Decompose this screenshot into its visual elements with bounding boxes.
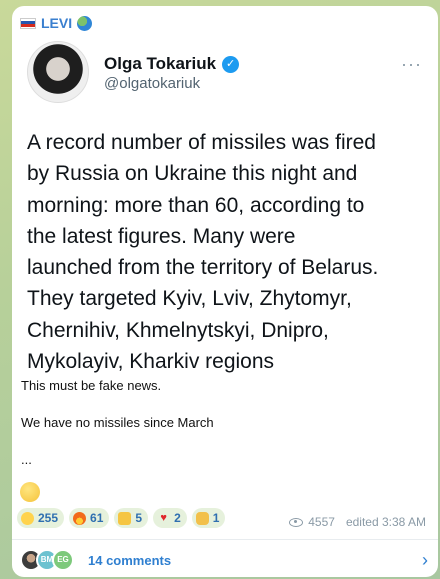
tweet-line: Chernihiv, Khmelnytskyi, Dnipro, [27,318,329,342]
thumbs-up-emoji-icon [118,511,132,525]
tweet-screenshot[interactable]: Olga Tokariuk ✓ @olgatokariuk ··· A reco… [20,34,432,373]
message-text-line: ... [21,452,32,467]
reaction-count: 1 [212,511,220,525]
author-handle: @olgatokariuk [104,75,201,92]
tweet-text: A record number of missiles was fired by… [27,127,432,377]
reaction-count: 61 [90,511,104,525]
reaction-count: 255 [38,511,59,525]
fire-emoji-icon [73,511,87,525]
tweet-line: the latest figures. Many were [27,224,296,248]
slight-smile-emoji-icon [20,482,40,502]
chevron-right-icon[interactable]: › [422,550,428,571]
tweet-line: by Russia on Ukraine this night and [27,162,358,186]
more-options-icon: ··· [401,54,422,74]
view-count: 4557 [308,515,335,529]
reaction-grin[interactable]: 255 [17,508,65,528]
reaction-clap[interactable]: 1 [191,508,226,528]
divider [12,539,438,540]
verified-badge-icon: ✓ [222,55,240,73]
tweet-line: morning: more than 60, according to [27,193,365,217]
message-meta: 4557 edited 3:38 AM [289,515,426,529]
russia-flag-icon [20,17,36,29]
heart-emoji-icon: ♥ [160,511,167,524]
author-name: Olga Tokariuk [104,54,217,73]
tweet-line: Mykolayiv, Kharkiv regions [27,350,275,374]
reactions-bar: 255 61 5 ♥ 2 1 [17,508,226,528]
grin-emoji-icon [21,511,34,525]
author-name-row: Olga Tokariuk ✓ [104,54,240,74]
globe-icon [77,15,93,31]
tweet-line: A record number of missiles was fired [27,131,376,154]
message-text-line: We have no missiles since March [21,415,214,430]
tweet-line: They targeted Kyiv, Lviv, Zhytomyr, [27,287,352,311]
comments-label[interactable]: 14 comments [88,553,171,568]
message-bubble: LEVI Olga Tokariuk ✓ @olgatokariuk ··· A… [12,6,438,577]
eye-icon [289,517,304,527]
edited-timestamp: edited 3:38 AM [345,515,426,529]
commenter-avatar: EG [52,549,74,571]
comments-button[interactable]: BM EG 14 comments › [20,543,428,577]
channel-header[interactable]: LEVI [20,14,93,32]
clap-emoji-icon [195,511,209,525]
reaction-thumbs-up[interactable]: 5 [114,508,149,528]
reaction-count: 5 [135,511,143,525]
reaction-count: 2 [174,511,181,525]
channel-name[interactable]: LEVI [41,15,72,31]
tweet-line: launched from the territory of Belarus. [27,256,379,280]
reaction-heart[interactable]: ♥ 2 [153,508,187,528]
message-text-line: This must be fake news. [21,378,162,393]
reaction-fire[interactable]: 61 [69,508,110,528]
author-avatar [27,41,89,103]
